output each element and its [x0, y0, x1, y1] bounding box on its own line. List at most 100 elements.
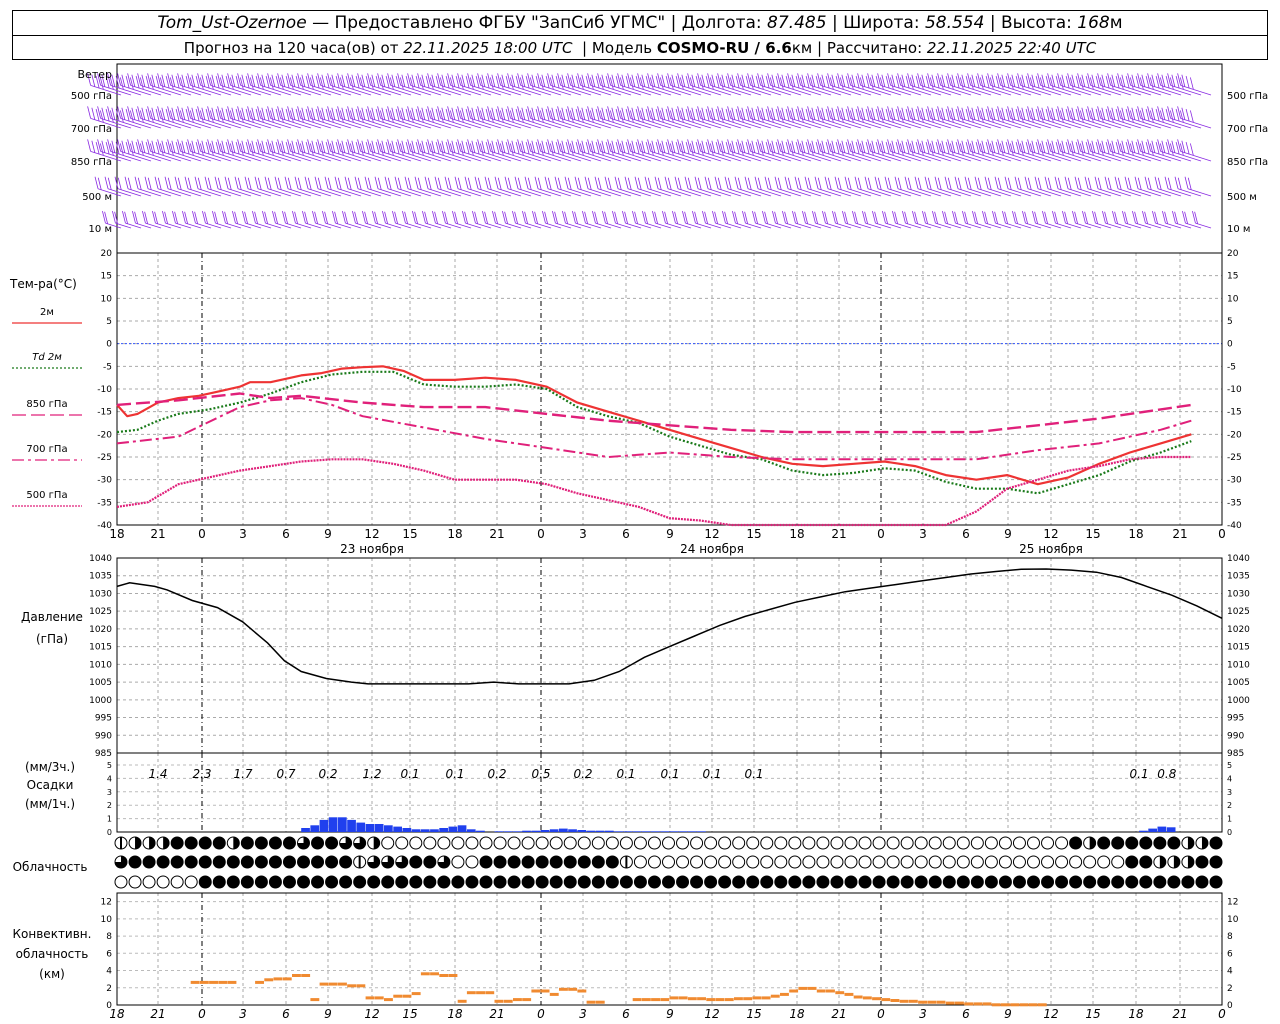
hour-label-top: 3: [239, 527, 247, 541]
cloud-symbol: [437, 855, 451, 869]
precip-sum-label: 0.1: [660, 767, 679, 781]
cloud-full: [507, 855, 521, 869]
wind-barb-shaft: [1007, 188, 1032, 197]
wind-barb-shaft: [447, 188, 472, 197]
cloud-symbol: [1195, 836, 1209, 850]
wind-barb: [702, 210, 722, 229]
cloud-symbol: [605, 836, 619, 850]
temp-tick-right: -5: [1227, 362, 1236, 372]
hour-label-top: 3: [919, 527, 927, 541]
wind-barb: [932, 210, 952, 229]
wind-barb-flag: [1054, 176, 1059, 189]
wind-barb-flag: [1187, 177, 1192, 190]
wind-barb-shaft: [667, 188, 692, 197]
cloud-clear: [676, 855, 690, 869]
wind-barb: [1072, 210, 1092, 229]
cloud-symbol: [619, 875, 633, 889]
conv-bar: [964, 1002, 974, 1006]
cloud-full: [605, 875, 619, 889]
wind-barb-flag: [524, 176, 529, 189]
cloud-clear: [465, 836, 479, 850]
wind-barb: [832, 210, 852, 229]
wind-barb: [1022, 210, 1042, 229]
cloud-full: [1153, 836, 1167, 850]
cloud-symbol: [493, 836, 507, 850]
cloud-symbol: [704, 836, 718, 850]
precip-title: Осадки: [27, 778, 74, 792]
precip-sum-label: 0.2: [487, 767, 506, 781]
wind-barb-shaft: [297, 188, 322, 197]
cloud-clear: [395, 836, 409, 850]
temp-tick-right: -10: [1227, 385, 1242, 395]
hour-label-bottom: 6: [622, 1007, 630, 1021]
pres-tick-left: 1025: [89, 607, 112, 617]
cloud-clear: [451, 836, 465, 850]
wind-barb-flag: [944, 176, 949, 189]
conv-bar: [927, 1000, 937, 1004]
wind-barb: [462, 210, 482, 229]
cloud-full: [282, 875, 296, 889]
conv-bar: [890, 999, 900, 1002]
wind-barb-flag: [1114, 176, 1119, 189]
precip-bar: [466, 829, 476, 832]
wind-barb-flag: [707, 177, 712, 190]
cloud-clear: [984, 836, 998, 850]
hour-label-top: 12: [704, 527, 719, 541]
conv-bar: [752, 996, 762, 1000]
wind-barb-flag: [454, 176, 459, 189]
cloud-symbol: [451, 875, 465, 889]
cloud-clear: [647, 836, 661, 850]
wind-barb-shaft: [717, 188, 742, 197]
conv-bar: [715, 998, 725, 1002]
cloud-full: [451, 875, 465, 889]
conv-bar: [973, 1002, 983, 1006]
cloud-symbol: [367, 855, 381, 869]
cloud-clear: [633, 836, 647, 850]
wind-barb-flag: [267, 177, 272, 190]
cloud-symbol: [226, 855, 240, 869]
conv-bar: [798, 986, 808, 990]
cloud-symbol: [226, 836, 240, 850]
cloud-full: [1167, 836, 1181, 850]
cloud-symbol: [1181, 855, 1195, 869]
conv-bar: [384, 998, 393, 1002]
wind-barb: [852, 210, 872, 229]
cloud-symbol: [633, 875, 647, 889]
cloud-symbol: [1167, 875, 1181, 889]
wind-barb-shaft: [307, 188, 332, 197]
cloud-full: [690, 875, 704, 889]
pres-tick-right: 1025: [1227, 607, 1250, 617]
temp-title: Тем-ра(°C): [9, 277, 77, 291]
hour-label-bottom: 12: [364, 1007, 379, 1021]
wind-barb-shaft: [837, 188, 862, 197]
cloud-symbol: [549, 836, 563, 850]
wind-barb-flag: [874, 176, 879, 189]
cloud-symbol: [353, 836, 367, 850]
conv-bar: [1019, 1003, 1029, 1007]
hour-label-top: 18: [1128, 527, 1143, 541]
wind-barb-flag: [697, 177, 702, 190]
cloud-symbol: [900, 836, 914, 850]
wind-barb-flag: [677, 177, 682, 190]
wind-barb-flag: [927, 177, 932, 190]
conv-unit: (км): [39, 967, 65, 981]
cloud-symbol: [914, 855, 928, 869]
cloud-full: [1012, 875, 1026, 889]
wind-barb-flag: [147, 177, 152, 190]
cloud-full: [704, 875, 718, 889]
cloud-clear: [662, 836, 675, 850]
wind-barb-flag: [374, 176, 379, 189]
wind-barb-flag: [1177, 177, 1182, 190]
pres-tick-left: 985: [95, 749, 112, 759]
cloud-clear: [535, 836, 549, 850]
wind-barb: [1002, 210, 1022, 229]
wind-barb-shaft: [327, 188, 352, 197]
cloud-full: [1041, 875, 1055, 889]
wind-barb: [662, 210, 682, 229]
cloud-full: [774, 875, 788, 889]
date-label: 24 ноября: [680, 542, 744, 556]
wind-barb-shaft: [677, 188, 702, 197]
precip-bar: [1148, 828, 1157, 832]
cloud-symbol: [872, 836, 886, 850]
wind-barb-flag: [287, 177, 292, 190]
